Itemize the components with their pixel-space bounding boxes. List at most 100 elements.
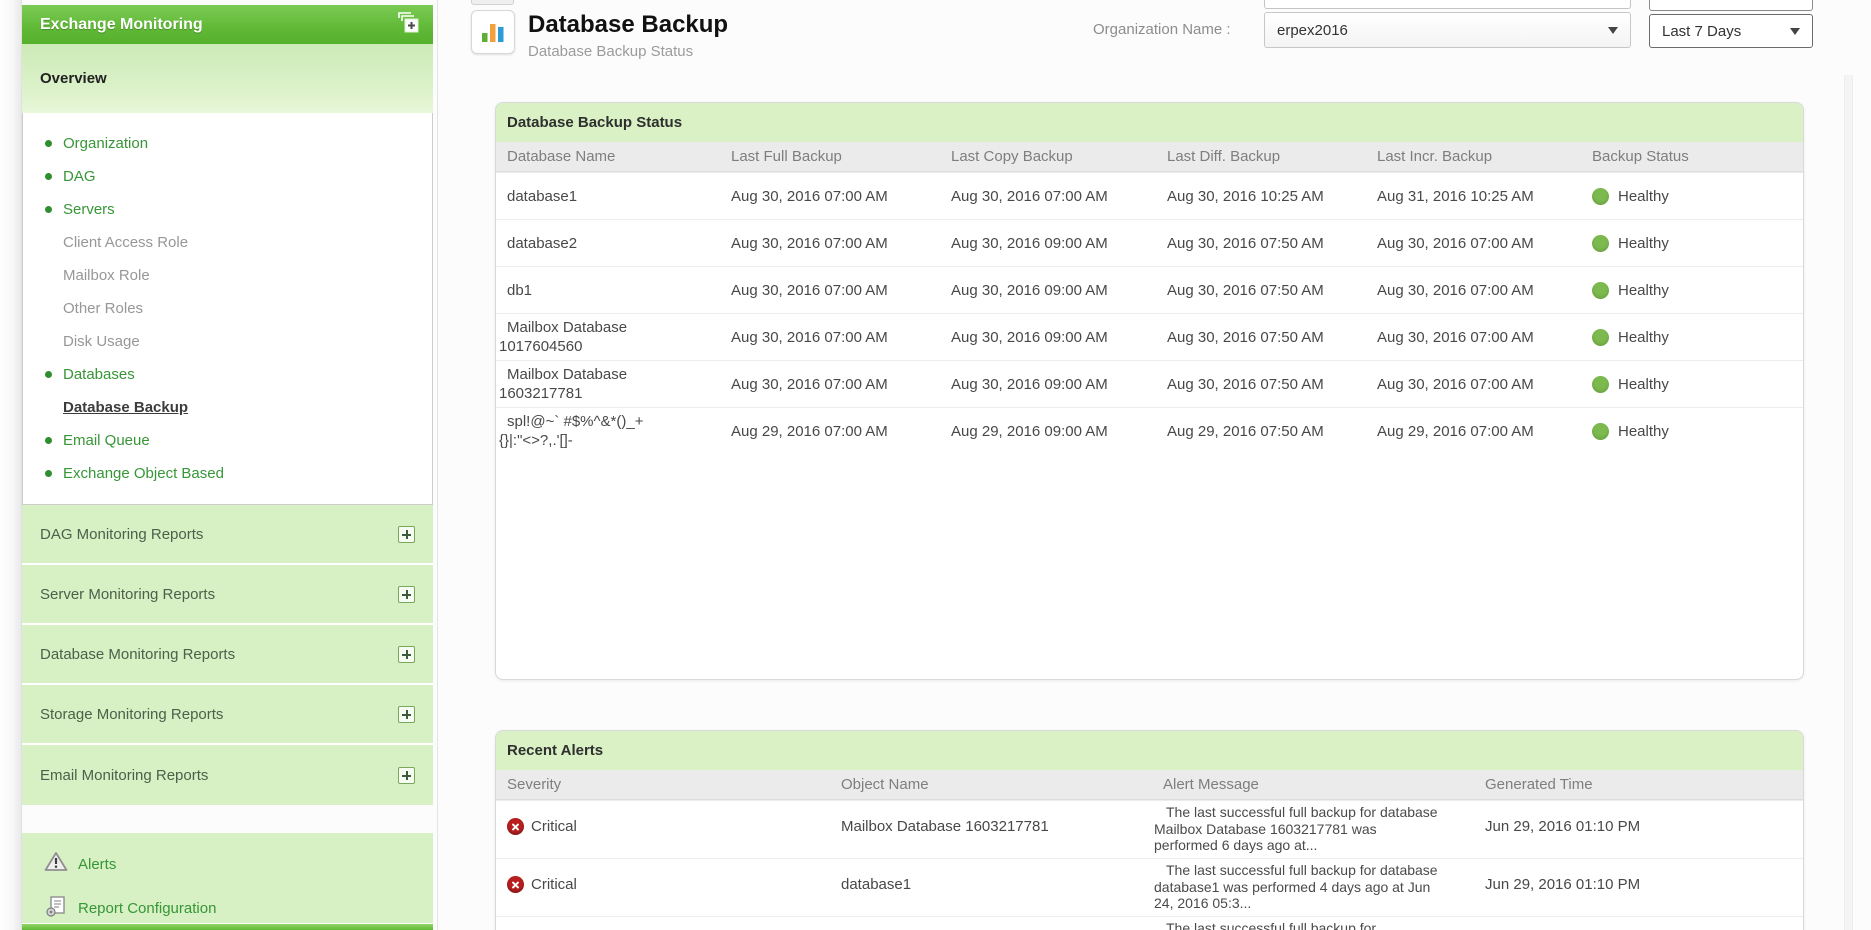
healthy-status-icon xyxy=(1592,235,1609,252)
cell-severity: Critical xyxy=(496,876,830,893)
left-edge-strip xyxy=(0,0,22,930)
period-select[interactable]: Last 7 Days xyxy=(1649,14,1813,48)
chevron-down-icon xyxy=(1608,27,1618,34)
backup-panel-title: Database Backup Status xyxy=(507,114,682,131)
section-email-monitoring-reports[interactable]: Email Monitoring Reports xyxy=(22,745,433,805)
cell-database-name: spl!@~` #$%^&*()_+{}|:"<>?,.'[]- xyxy=(496,412,656,450)
clipped-select-top xyxy=(1649,0,1813,11)
clipped-element-top xyxy=(471,0,514,5)
report-config-icon xyxy=(44,895,68,922)
cell-last-copy-backup: Aug 29, 2016 09:00 AM xyxy=(940,423,1156,440)
bullet-icon xyxy=(45,470,52,477)
recent-alerts-panel: Recent Alerts Severity Object Name Alert… xyxy=(495,730,1804,930)
cell-database-name: db1 xyxy=(496,281,656,300)
sidebar-item-overview[interactable]: Overview xyxy=(22,44,433,113)
expand-plus-icon[interactable] xyxy=(398,767,415,784)
organization-name-label: Organization Name : xyxy=(1093,21,1253,38)
sidebar-item-email-queue[interactable]: Email Queue xyxy=(23,424,432,457)
expand-plus-icon[interactable] xyxy=(398,526,415,543)
cell-generated-time: Jun 29, 2016 01:10 PM xyxy=(1474,876,1803,893)
cell-last-incr-backup: Aug 30, 2016 07:00 AM xyxy=(1366,376,1581,393)
col-generated-time: Generated Time xyxy=(1474,776,1803,793)
alerts-panel-header: Recent Alerts xyxy=(496,731,1803,770)
expand-plus-icon[interactable] xyxy=(398,646,415,663)
cell-last-copy-backup: Aug 30, 2016 07:00 AM xyxy=(940,188,1156,205)
section-dag-monitoring-reports[interactable]: DAG Monitoring Reports xyxy=(22,505,433,565)
sidebar-item-disk-usage[interactable]: Disk Usage xyxy=(23,325,432,358)
expand-plus-icon[interactable] xyxy=(398,706,415,723)
period-select-value: Last 7 Days xyxy=(1662,23,1741,40)
cell-object-name: Mailbox Database 1603217781 xyxy=(830,818,1152,835)
sidebar-item-database-backup-active[interactable]: Database Backup xyxy=(23,391,432,424)
cell-last-full-backup: Aug 30, 2016 07:00 AM xyxy=(720,329,940,346)
healthy-status-icon xyxy=(1592,423,1609,440)
bullet-icon xyxy=(45,437,52,444)
expand-plus-icon[interactable] xyxy=(398,586,415,603)
status-label: Healthy xyxy=(1618,282,1669,299)
table-row: db1 Aug 30, 2016 07:00 AM Aug 30, 2016 0… xyxy=(496,266,1803,313)
cell-alert-message: The last successful full backup for data… xyxy=(1152,801,1442,854)
sidebar-item-report-configuration[interactable]: Report Configuration xyxy=(22,893,433,923)
col-last-diff-backup: Last Diff. Backup xyxy=(1156,148,1366,165)
cell-database-name: database2 xyxy=(496,234,656,253)
bullet-icon xyxy=(45,206,52,213)
cell-last-copy-backup: Aug 30, 2016 09:00 AM xyxy=(940,235,1156,252)
critical-icon xyxy=(507,818,524,835)
sidebar: Exchange Monitoring Overview Organizatio… xyxy=(22,5,433,923)
healthy-status-icon xyxy=(1592,329,1609,346)
sidebar-item-databases[interactable]: Databases xyxy=(23,358,432,391)
status-label: Healthy xyxy=(1618,423,1669,440)
col-severity: Severity xyxy=(496,776,830,793)
scrollbar-track[interactable] xyxy=(1844,75,1853,930)
table-row: database2 Aug 30, 2016 07:00 AM Aug 30, … xyxy=(496,219,1803,266)
col-last-full-backup: Last Full Backup xyxy=(720,148,940,165)
cell-backup-status: Healthy xyxy=(1581,329,1803,346)
sidebar-item-organization[interactable]: Organization xyxy=(23,127,432,160)
sidebar-item-exchange-object-based[interactable]: Exchange Object Based xyxy=(23,457,432,490)
sidebar-report-sections: DAG Monitoring Reports Server Monitoring… xyxy=(22,505,433,805)
cell-last-full-backup: Aug 30, 2016 07:00 AM xyxy=(720,188,940,205)
sidebar-next-section-strip xyxy=(22,924,433,930)
page: Exchange Monitoring Overview Organizatio… xyxy=(0,0,1871,930)
status-label: Healthy xyxy=(1618,376,1669,393)
cell-backup-status: Healthy xyxy=(1581,376,1803,393)
sidebar-item-other-roles[interactable]: Other Roles xyxy=(23,292,432,325)
col-alert-message: Alert Message xyxy=(1152,776,1474,793)
alerts-table-body: Critical Mailbox Database 1603217781 The… xyxy=(496,800,1803,930)
page-subtitle: Database Backup Status xyxy=(528,43,693,60)
bar-chart-icon xyxy=(471,10,515,54)
cell-generated-time: Jun 29, 2016 01:10 PM xyxy=(1474,818,1803,835)
cell-alert-message: The last successful full backup for data… xyxy=(1152,859,1442,912)
healthy-status-icon xyxy=(1592,188,1609,205)
section-database-monitoring-reports[interactable]: Database Monitoring Reports xyxy=(22,625,433,685)
sidebar-item-dag[interactable]: DAG xyxy=(23,160,432,193)
cell-last-diff-backup: Aug 29, 2016 07:50 AM xyxy=(1156,423,1366,440)
cell-last-incr-backup: Aug 31, 2016 10:25 AM xyxy=(1366,188,1581,205)
cell-last-full-backup: Aug 29, 2016 07:00 AM xyxy=(720,423,940,440)
cell-last-incr-backup: Aug 30, 2016 07:00 AM xyxy=(1366,235,1581,252)
healthy-status-icon xyxy=(1592,376,1609,393)
table-row: database1 Aug 30, 2016 07:00 AM Aug 30, … xyxy=(496,172,1803,219)
cell-backup-status: Healthy xyxy=(1581,423,1803,440)
section-storage-monitoring-reports[interactable]: Storage Monitoring Reports xyxy=(22,685,433,745)
sidebar-item-servers[interactable]: Servers xyxy=(23,193,432,226)
backup-table-header: Database Name Last Full Backup Last Copy… xyxy=(496,142,1803,172)
page-title: Database Backup xyxy=(528,11,728,39)
cell-last-full-backup: Aug 30, 2016 07:00 AM xyxy=(720,235,940,252)
cell-last-diff-backup: Aug 30, 2016 07:50 AM xyxy=(1156,329,1366,346)
cell-database-name: Mailbox Database 1017604560 xyxy=(496,318,656,356)
cell-last-diff-backup: Aug 30, 2016 10:25 AM xyxy=(1156,188,1366,205)
bullet-icon xyxy=(45,371,52,378)
cell-database-name: database1 xyxy=(496,187,656,206)
organization-dropdown[interactable]: erpex2016 xyxy=(1264,12,1631,48)
sidebar-item-client-access-role[interactable]: Client Access Role xyxy=(23,226,432,259)
cell-alert-message: The last successful full backup for xyxy=(1152,917,1442,930)
main-content: Database Backup Database Backup Status O… xyxy=(437,0,1871,930)
add-tab-icon[interactable] xyxy=(395,10,421,40)
chevron-down-icon xyxy=(1790,28,1800,35)
section-server-monitoring-reports[interactable]: Server Monitoring Reports xyxy=(22,565,433,625)
cell-severity: Critical xyxy=(496,818,830,835)
sidebar-item-alerts[interactable]: Alerts xyxy=(22,849,433,879)
sidebar-item-mailbox-role[interactable]: Mailbox Role xyxy=(23,259,432,292)
table-row: Mailbox Database 1603217781 Aug 30, 2016… xyxy=(496,360,1803,407)
